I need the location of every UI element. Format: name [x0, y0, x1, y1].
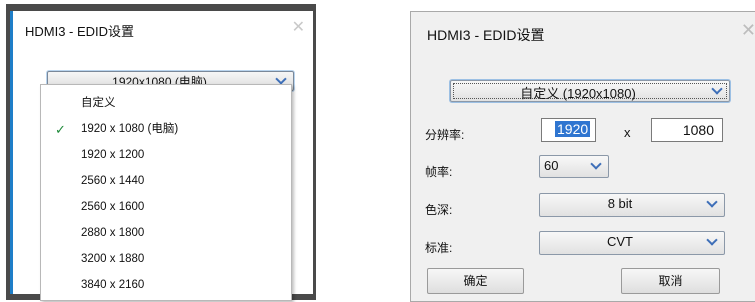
resolution-label: 分辨率:: [425, 128, 465, 142]
dropdown-option-1920x1080[interactable]: ✓ 1920 x 1080 (电脑): [41, 119, 291, 139]
dropdown-option-2880x1800[interactable]: 2880 x 1800: [41, 223, 291, 243]
chevron-down-icon: [275, 73, 287, 85]
dropdown-option-3840x2160[interactable]: 3840 x 2160: [41, 275, 291, 295]
standard-value: CVT: [607, 234, 633, 249]
height-input[interactable]: 1080: [651, 118, 723, 142]
color-depth-select[interactable]: 8 bit: [539, 193, 725, 217]
preset-select[interactable]: 自定义 (1920x1080): [450, 80, 730, 102]
option-label: 3200 x 1880: [81, 253, 145, 265]
color-depth-value: 8 bit: [607, 196, 633, 211]
standard-label: 标准:: [425, 241, 453, 255]
check-icon: ✓: [55, 122, 66, 137]
option-label: 1920 x 1080 (电脑): [81, 123, 179, 135]
height-value: 1080: [682, 122, 714, 138]
close-icon[interactable]: ✕: [292, 17, 305, 36]
dropdown-option-1920x1200[interactable]: 1920 x 1200: [41, 145, 291, 165]
frame-rate-select[interactable]: 60: [539, 155, 609, 178]
color-depth-label: 色深:: [425, 203, 453, 217]
option-label: 2560 x 1440: [81, 175, 145, 187]
dropdown-option-2560x1600[interactable]: 2560 x 1600: [41, 197, 291, 217]
chevron-down-icon: [706, 196, 718, 208]
dialog-title: HDMI3 - EDID设置: [25, 24, 135, 39]
edid-dialog-right: HDMI3 - EDID设置 ✕ 自定义 (1920x1080) 分辨率: 19…: [410, 11, 755, 302]
option-label: 1920 x 1200: [81, 149, 145, 161]
left-backdrop: HDMI3 - EDID设置 ✕ 1920x1080 (电脑) 自定义 ✓ 19…: [6, 4, 316, 301]
dialog-title: HDMI3 - EDID设置: [427, 27, 545, 43]
width-value: 1920: [555, 121, 591, 137]
option-label: 自定义: [81, 97, 116, 109]
chevron-down-icon: [706, 234, 718, 246]
preset-dropdown-list: 自定义 ✓ 1920 x 1080 (电脑) 1920 x 1200 2560 …: [40, 84, 292, 301]
width-input[interactable]: 1920: [541, 118, 596, 142]
frame-rate-value: 60: [544, 158, 559, 173]
dropdown-option-3200x1880[interactable]: 3200 x 1880: [41, 249, 291, 269]
resolution-separator: x: [624, 125, 631, 140]
option-label: 2880 x 1800: [81, 227, 145, 239]
option-label: 3840 x 2160: [81, 279, 145, 291]
dropdown-option-2560x1440[interactable]: 2560 x 1440: [41, 171, 291, 191]
close-icon[interactable]: ✕: [741, 20, 755, 41]
ok-button[interactable]: 确定: [427, 268, 524, 294]
chevron-down-icon: [590, 158, 602, 170]
preset-select-value: 自定义 (1920x1080): [520, 86, 636, 101]
frame-rate-label: 帧率:: [425, 165, 453, 179]
option-label: 2560 x 1600: [81, 201, 145, 213]
dropdown-option-custom[interactable]: 自定义: [41, 93, 291, 113]
cancel-button[interactable]: 取消: [621, 268, 720, 294]
standard-select[interactable]: CVT: [539, 231, 725, 255]
